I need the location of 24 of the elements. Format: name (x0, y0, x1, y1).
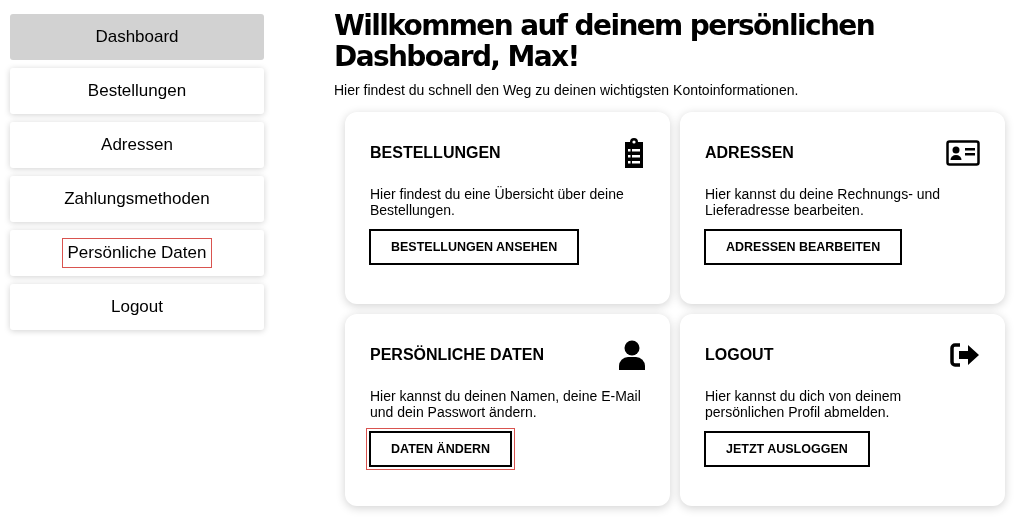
card-button[interactable]: DATEN ÄNDERN (369, 431, 513, 467)
page-heading: Willkommen auf deinem persönlichen Dashboard, Max! (334, 10, 875, 72)
card-button[interactable]: BESTELLUNGEN ANSEHEN (369, 229, 580, 265)
card-description: Hier kannst du deine Rechnungs- und Lieferadresse bearbeiten. (705, 186, 942, 218)
sidebar-item[interactable]: Dashboard (10, 14, 264, 60)
card-title: PERSÖNLICHE DATEN (370, 346, 544, 364)
sidebar-item[interactable]: Logout (10, 284, 264, 330)
sidebar-item[interactable]: Bestellungen (10, 68, 264, 114)
card-title: ADRESSEN (705, 144, 794, 162)
card-description: Hier kannst du dich von deinem persönlichen Profil abmelden. (705, 388, 903, 420)
card-description: Hier findest du eine Übersicht über deine Bestellungen. (370, 186, 625, 218)
sidebar-item[interactable]: Zahlungsmethoden (10, 176, 264, 222)
id-card-icon (946, 140, 980, 166)
card-title: LOGOUT (705, 346, 774, 364)
clipboard-icon (623, 138, 645, 168)
page-subtitle: Hier findest du schnell den Weg zu deinen wichtigsten Kontoinformationen. (334, 82, 800, 98)
sign-out-icon (950, 343, 980, 367)
card-button[interactable]: ADRESSEN BEARBEITEN (704, 229, 903, 265)
user-icon (619, 340, 645, 370)
sidebar-item[interactable]: Persönliche Daten (10, 230, 264, 276)
card-description: Hier kannst du deinen Namen, deine E-Mail und dein Passwort ändern. (370, 388, 642, 420)
sidebar-item[interactable]: Adressen (10, 122, 264, 168)
card-button[interactable]: JETZT AUSLOGGEN (704, 431, 870, 467)
card-title: BESTELLUNGEN (370, 144, 501, 162)
